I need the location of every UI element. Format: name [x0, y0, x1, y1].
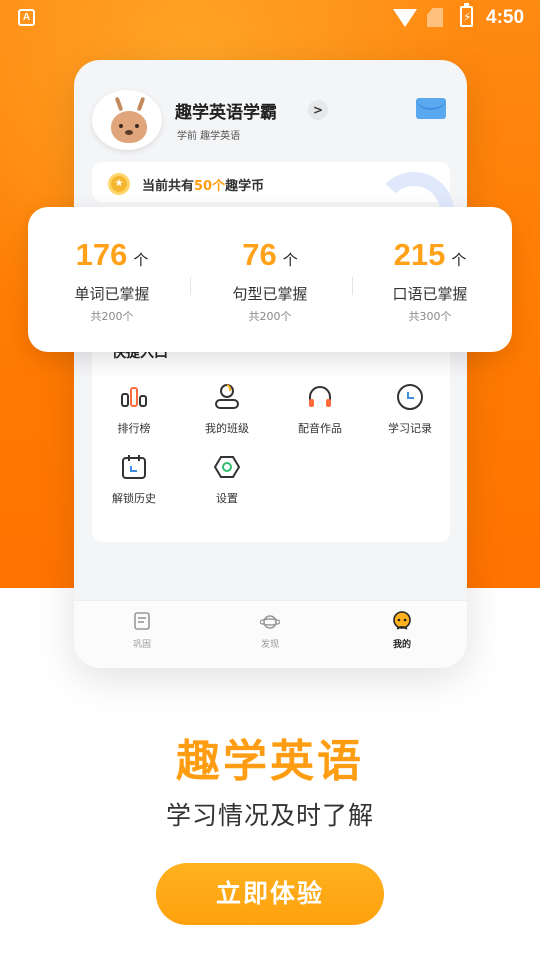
mail-icon[interactable]: [416, 98, 446, 119]
tab-discover[interactable]: 发现: [240, 611, 300, 650]
stat-label: 口语已掌握: [392, 285, 468, 303]
shortcut-settings[interactable]: 设置: [187, 452, 267, 506]
settings-icon: [212, 452, 242, 482]
notification-icon: A: [18, 9, 35, 26]
app-subline: 学习情况及时了解: [165, 801, 374, 830]
bottom-tab-bar: 巩固 发现 我的: [74, 600, 467, 668]
stat-value: 76: [242, 237, 277, 272]
wifi-icon: [393, 9, 417, 27]
class-icon: [212, 382, 242, 412]
shortcut-ranking[interactable]: 排行榜: [94, 382, 174, 436]
profile-face-icon: [392, 611, 412, 631]
shortcut-my-class[interactable]: 我的班级: [187, 382, 267, 436]
avatar[interactable]: [92, 90, 162, 150]
tab-mine[interactable]: 我的: [372, 611, 432, 650]
shortcut-study-record[interactable]: 学习记录: [370, 382, 450, 436]
coin-icon: ★: [108, 173, 130, 195]
shortcut-card: 快捷入口 排行榜 我的班级 配音作品 学习记录 解锁历史 设置: [92, 330, 450, 542]
stat-total: 共300个: [408, 310, 452, 323]
stat-speaking[interactable]: 215 个 口语已掌握 共300个: [350, 237, 510, 324]
stat-sentences[interactable]: 76 个 句型已掌握 共200个: [190, 237, 350, 324]
planet-icon: [259, 611, 281, 631]
shortcut-dubbing[interactable]: 配音作品: [280, 382, 360, 436]
phone-mockup: 趣学英语学霸 > 学前 趣学英语 ★ 当前共有50个趣学币 快捷入口 排行榜 我…: [74, 60, 467, 668]
no-sim-icon: [427, 8, 443, 27]
stat-total: 共200个: [90, 310, 134, 323]
profile-name[interactable]: 趣学英语学霸: [175, 98, 277, 123]
coin-text: 当前共有50个趣学币: [142, 179, 265, 194]
shortcut-unlock-history[interactable]: 解锁历史: [94, 452, 174, 506]
stat-total: 共200个: [248, 310, 292, 323]
app-headline: 趣学英语: [176, 736, 364, 787]
try-now-button[interactable]: 立即体验: [156, 863, 384, 925]
stat-value: 176: [75, 237, 128, 272]
antler-right: [136, 96, 146, 112]
clock-icon: [395, 382, 425, 412]
mastery-stats-card: 176 个 单词已掌握 共200个 76 个 句型已掌握 共200个 215 个 口语…: [28, 207, 512, 352]
status-bar: A ⚡ 4:50: [0, 0, 540, 36]
headphones-icon: [305, 382, 335, 412]
stat-words[interactable]: 176 个 单词已掌握 共200个: [32, 237, 192, 324]
deer-avatar-icon: [111, 111, 147, 143]
calendar-icon: [119, 452, 149, 482]
antler-left: [114, 96, 124, 112]
battery-charging-icon: ⚡: [460, 3, 473, 27]
chevron-right-icon[interactable]: >: [308, 100, 328, 120]
status-time: 4:50: [486, 7, 525, 28]
profile-subtitle: 学前 趣学英语: [177, 131, 241, 142]
coin-amount: 50个: [194, 179, 226, 194]
ranking-icon: [119, 382, 149, 412]
stat-value: 215: [393, 237, 446, 272]
stat-label: 句型已掌握: [232, 285, 308, 303]
tab-consolidate[interactable]: 巩固: [112, 611, 172, 650]
stat-label: 单词已掌握: [74, 285, 150, 303]
book-icon: [132, 611, 152, 631]
